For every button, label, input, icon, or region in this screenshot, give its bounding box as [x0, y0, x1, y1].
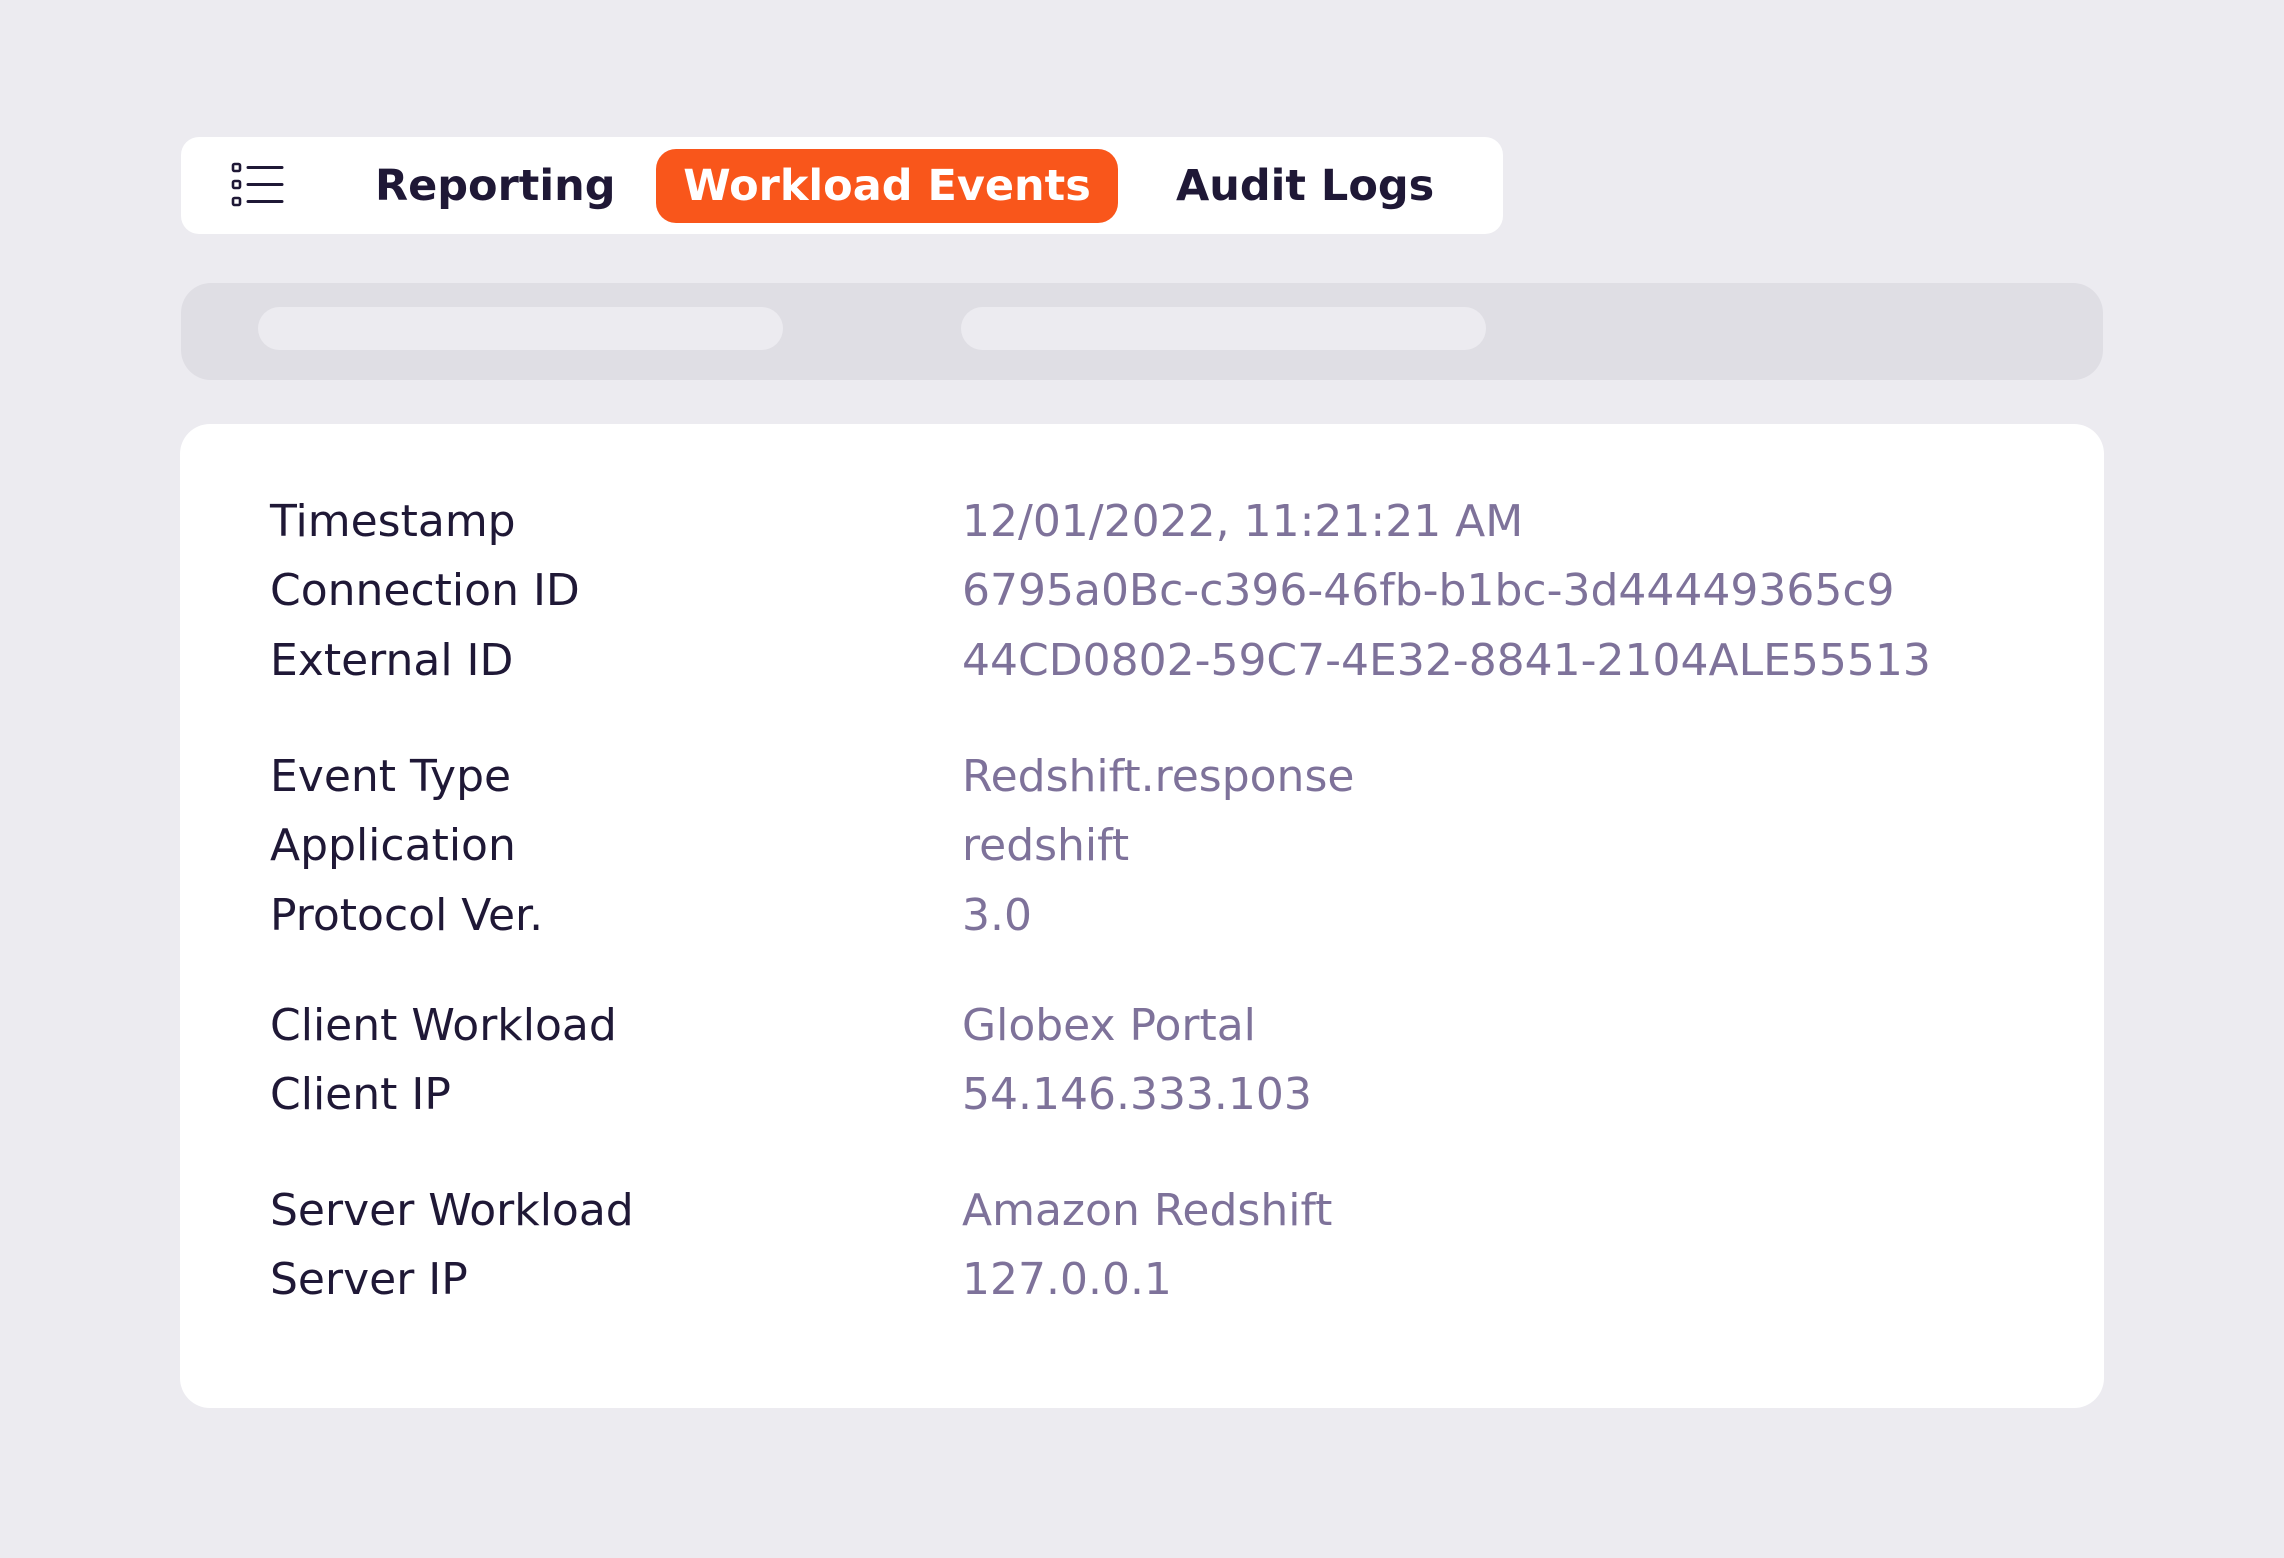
list-icon[interactable]: [231, 161, 285, 209]
detail-value: 12/01/2022, 11:21:21 AM: [962, 496, 1524, 547]
detail-label: Server Workload: [270, 1185, 634, 1236]
detail-value: 6795a0Bc-c396-46fb-b1bc-3d44449365c9: [962, 565, 1895, 616]
detail-label: Application: [270, 820, 516, 871]
event-details-card: Timestamp 12/01/2022, 11:21:21 AM Connec…: [180, 424, 2104, 1408]
detail-label: External ID: [270, 635, 514, 686]
detail-label: Connection ID: [270, 565, 580, 616]
tab-reporting[interactable]: Reporting: [375, 149, 616, 223]
detail-label: Client IP: [270, 1069, 451, 1120]
detail-value: redshift: [962, 820, 1130, 871]
detail-value: 54.146.333.103: [962, 1069, 1312, 1120]
detail-value: 127.0.0.1: [962, 1254, 1172, 1305]
filter-bar-placeholder: [181, 283, 2103, 380]
tab-audit-logs[interactable]: Audit Logs: [1176, 149, 1434, 223]
detail-value: Amazon Redshift: [962, 1185, 1333, 1236]
detail-value: 44CD0802-59C7-4E32-8841-2104ALE55513: [962, 635, 1931, 686]
placeholder-pill: [961, 307, 1486, 350]
placeholder-pill: [258, 307, 783, 350]
tab-bar: Reporting Workload Events Audit Logs: [181, 137, 1503, 234]
detail-label: Timestamp: [270, 496, 516, 547]
detail-value: Globex Portal: [962, 1000, 1256, 1051]
detail-label: Protocol Ver.: [270, 890, 544, 941]
detail-value: Redshift.response: [962, 751, 1355, 802]
detail-label: Server IP: [270, 1254, 468, 1305]
detail-label: Event Type: [270, 751, 512, 802]
detail-value: 3.0: [962, 890, 1032, 941]
detail-label: Client Workload: [270, 1000, 617, 1051]
tab-workload-events[interactable]: Workload Events: [656, 149, 1118, 223]
